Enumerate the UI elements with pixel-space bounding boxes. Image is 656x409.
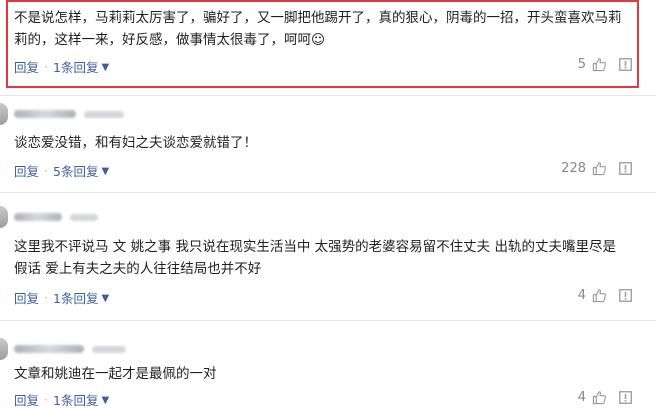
separator: · (44, 392, 48, 407)
chevron-down-icon[interactable]: ▼ (101, 293, 109, 304)
report-icon[interactable] (619, 391, 632, 404)
separator: · (44, 59, 48, 74)
thumbs-up-icon[interactable] (592, 390, 607, 405)
reply-button[interactable]: 回复 (14, 288, 39, 307)
comment-text: 文章和姚迪在一起才是最佩的一对 (14, 366, 217, 382)
separator: · (44, 163, 48, 178)
thumbs-up-icon[interactable] (592, 57, 607, 72)
comment-actions: 回复 · 1条回复 ▼ (14, 288, 109, 307)
comment-actions: 回复 · 1条回复 ▼ (14, 390, 109, 409)
reply-button[interactable]: 回复 (14, 390, 39, 409)
comment-actions: 回复 · 1条回复 ▼ (14, 57, 109, 76)
report-icon[interactable] (619, 58, 632, 71)
replies-toggle[interactable]: 5条回复 (53, 161, 98, 180)
comment-item: 这里我不评说马 文 姚之事 我只说在现实生活当中 太强势的老婆容易留不住丈夫 出… (0, 193, 656, 313)
replies-toggle[interactable]: 1条回复 (53, 288, 98, 307)
chevron-down-icon[interactable]: ▼ (101, 395, 109, 406)
replies-toggle[interactable]: 1条回复 (53, 390, 98, 409)
comment-meta: 228 (561, 161, 632, 176)
chevron-down-icon[interactable]: ▼ (101, 166, 109, 177)
comment-meta: 4 (578, 390, 632, 405)
like-count: 5 (577, 57, 586, 72)
reply-button[interactable]: 回复 (14, 161, 39, 180)
replies-toggle[interactable]: 1条回复 (53, 57, 98, 76)
like-count: 228 (561, 161, 586, 176)
comment-item: 谈恋爱没错，和有妇之夫谈恋爱就错了！ 回复 · 5条回复 ▼ 228 (0, 96, 656, 186)
comment-item: 文章和姚迪在一起才是最佩的一对 回复 · 1条回复 ▼ 4 (0, 321, 656, 409)
reply-button[interactable]: 回复 (14, 57, 39, 76)
like-count: 4 (577, 390, 586, 405)
report-icon[interactable] (619, 289, 632, 302)
like-count: 4 (577, 288, 586, 303)
comment-meta: 5 (578, 57, 632, 72)
separator: · (44, 290, 48, 305)
comment-item: 不是说怎样，马莉莉太厉害了，骗好了，又一脚把他踢开了，真的狠心，阴毒的一招，开头… (0, 0, 656, 90)
comment-actions: 回复 · 5条回复 ▼ (14, 161, 109, 180)
thumbs-up-icon[interactable] (592, 161, 607, 176)
chevron-down-icon[interactable]: ▼ (101, 62, 109, 73)
comment-text: 不是说怎样，马莉莉太厉害了，骗好了，又一脚把他踢开了，真的狠心，阴毒的一招，开头… (14, 10, 622, 48)
thumbs-up-icon[interactable] (592, 288, 607, 303)
comment-meta: 4 (578, 288, 632, 303)
comment-text: 这里我不评说马 文 姚之事 我只说在现实生活当中 太强势的老婆容易留不住丈夫 出… (14, 239, 616, 277)
report-icon[interactable] (619, 162, 632, 175)
comment-text: 谈恋爱没错，和有妇之夫谈恋爱就错了！ (14, 135, 257, 151)
